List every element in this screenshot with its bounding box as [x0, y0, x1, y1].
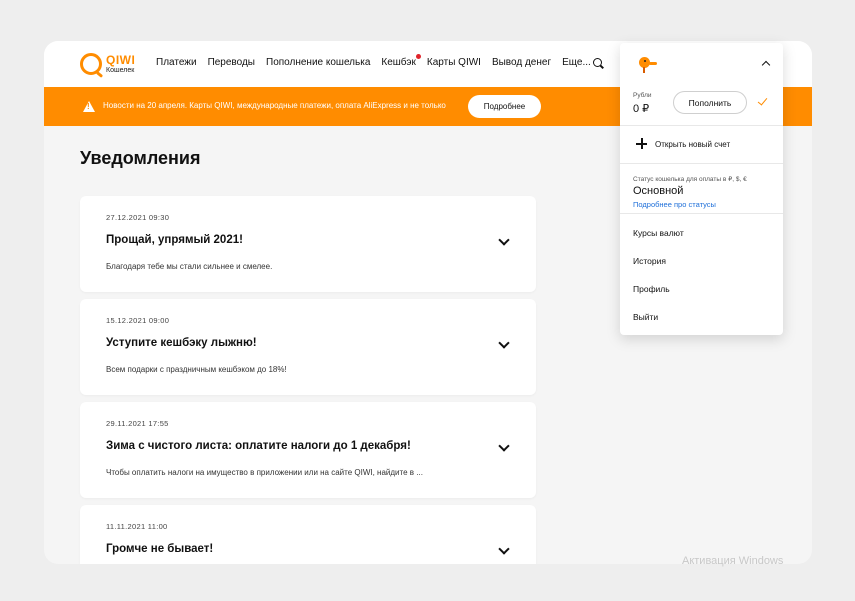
banner-text: Новости на 20 апреля. Карты QIWI, междун…: [103, 101, 446, 110]
menu-item-logout[interactable]: Выйти: [633, 312, 658, 322]
chevron-down-icon[interactable]: [498, 234, 510, 246]
notification-card[interactable]: 11.11.2021 11:00 Громче не бывает!: [80, 505, 536, 564]
notification-title: Уступите кешбэку лыжню!: [106, 337, 257, 349]
notification-title: Зима с чистого листа: оплатите налоги до…: [106, 440, 411, 452]
currency-label: Рубли: [633, 92, 652, 99]
search-icon[interactable]: [593, 58, 605, 70]
windows-activation-watermark: Активация Windows: [682, 555, 784, 567]
qiwi-logo[interactable]: QIWI Кошелек: [80, 53, 135, 75]
nav-transfers[interactable]: Переводы: [208, 57, 255, 68]
chevron-up-icon[interactable]: [761, 60, 771, 70]
nav-qiwi-cards[interactable]: Карты QIWI: [427, 57, 481, 68]
divider: [620, 125, 783, 126]
qiwi-logo-icon: [80, 53, 102, 75]
notification-date: 29.11.2021 17:55: [106, 419, 169, 428]
notification-card[interactable]: 29.11.2021 17:55 Зима с чистого листа: о…: [80, 402, 536, 498]
check-icon: [757, 95, 768, 106]
notification-dot-icon: [415, 54, 421, 59]
avatar[interactable]: [635, 54, 657, 74]
notification-text: Благодаря тебе мы стали сильнее и смелее…: [106, 262, 273, 271]
notification-title: Громче не бывает!: [106, 543, 214, 555]
notification-date: 27.12.2021 09:30: [106, 213, 170, 222]
menu-item-profile[interactable]: Профиль: [633, 284, 670, 294]
notification-card[interactable]: 15.12.2021 09:00 Уступите кешбэку лыжню!…: [80, 299, 536, 395]
banner-more-button[interactable]: Подробнее: [468, 95, 541, 118]
chevron-down-icon[interactable]: [498, 440, 510, 452]
menu-item-history[interactable]: История: [633, 256, 666, 266]
logo-subtitle: Кошелек: [106, 67, 135, 74]
notification-date: 11.11.2021 11:00: [106, 522, 168, 531]
menu-item-exchange-rates[interactable]: Курсы валют: [633, 228, 684, 238]
nav-more[interactable]: Еще...: [562, 57, 591, 68]
status-caption: Статус кошелька для оплаты в ₽, $, €: [633, 176, 747, 183]
nav-payments[interactable]: Платежи: [156, 57, 197, 68]
balance-amount: 0 ₽: [633, 103, 650, 115]
nav-withdraw[interactable]: Вывод денег: [492, 57, 551, 68]
chevron-down-icon[interactable]: [498, 543, 510, 555]
main-nav: Платежи Переводы Пополнение кошелька Кеш…: [156, 54, 602, 68]
nav-cashback-label: Кешбэк: [381, 57, 416, 68]
notification-text: Всем подарки с праздничным кешбэком до 1…: [106, 365, 287, 374]
divider: [620, 163, 783, 164]
divider: [620, 213, 783, 214]
open-new-account-link[interactable]: Открыть новый счет: [655, 140, 730, 149]
nav-topup-wallet[interactable]: Пополнение кошелька: [266, 57, 370, 68]
plus-icon[interactable]: [636, 138, 647, 149]
warning-icon: [83, 101, 95, 112]
account-dropdown: Рубли 0 ₽ Пополнить Открыть новый счет С…: [620, 43, 783, 335]
notification-date: 15.12.2021 09:00: [106, 316, 170, 325]
chevron-down-icon[interactable]: [498, 337, 510, 349]
status-value: Основной: [633, 185, 684, 197]
topup-button[interactable]: Пополнить: [673, 91, 747, 114]
notification-text: Чтобы оплатить налоги на имущество в при…: [106, 468, 423, 477]
nav-cashback[interactable]: Кешбэк: [381, 54, 421, 68]
page-title: Уведомления: [80, 148, 201, 168]
status-details-link[interactable]: Подробнее про статусы: [633, 200, 716, 209]
notification-title: Прощай, упрямый 2021!: [106, 234, 243, 246]
notification-card[interactable]: 27.12.2021 09:30 Прощай, упрямый 2021! Б…: [80, 196, 536, 292]
logo-word: QIWI: [106, 53, 136, 67]
